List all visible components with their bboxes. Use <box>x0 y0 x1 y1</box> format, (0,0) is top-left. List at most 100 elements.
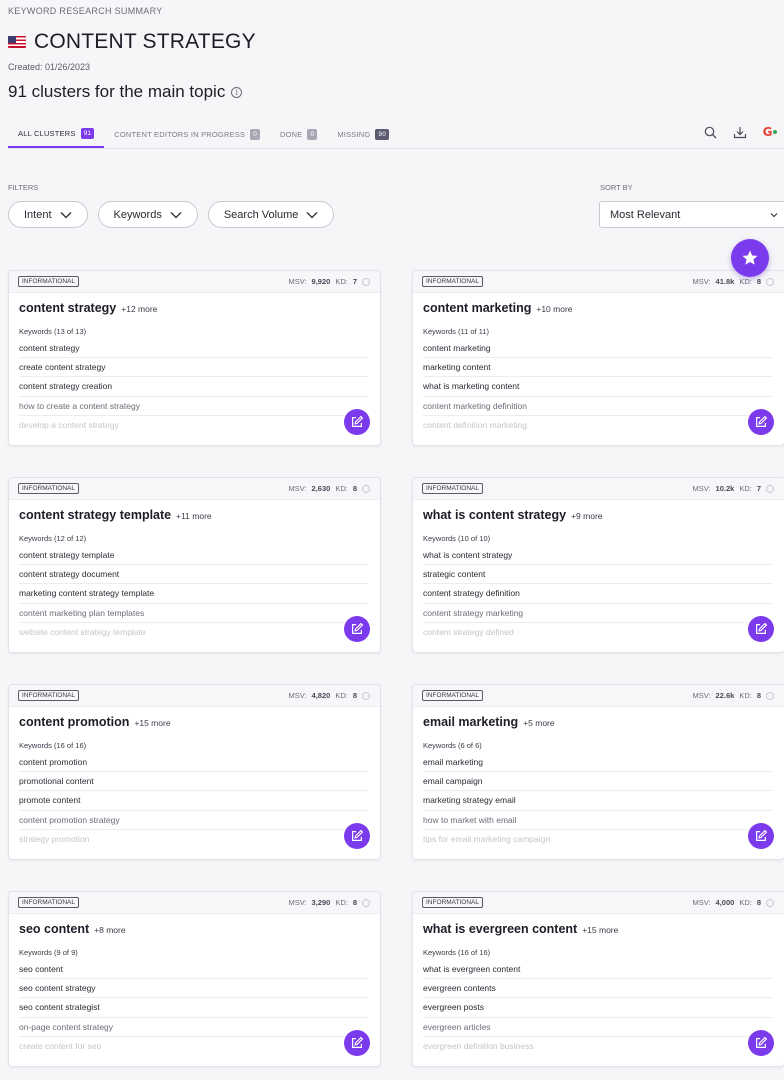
keyword-item: create content for seo <box>19 1041 102 1052</box>
edit-button[interactable] <box>748 409 774 435</box>
keywords-count: Keywords (9 of 9) <box>19 948 78 957</box>
card-metrics: MSV: 22.6k KD: 8 <box>692 691 774 700</box>
cluster-card[interactable]: INFORMATIONAL MSV: 41.8k KD: 8 content market… <box>412 270 784 446</box>
keyword-item: content marketing <box>423 339 772 359</box>
keyword-item: content strategy document <box>19 565 368 585</box>
more-keywords-link[interactable]: +9 more <box>571 511 602 521</box>
tab-count-badge: 0 <box>250 128 261 140</box>
more-keywords-link[interactable]: +5 more <box>523 718 554 728</box>
keywords-filter[interactable]: Keywords <box>97 201 198 228</box>
more-keywords-link[interactable]: +8 more <box>94 925 125 935</box>
keyword-item: evergreen posts <box>423 998 772 1018</box>
us-flag-icon <box>8 36 26 48</box>
cluster-title-text: email marketing <box>423 715 519 729</box>
cluster-title[interactable]: seo content +8 more <box>19 922 126 936</box>
keyword-list: what is content strategy strategic conten… <box>423 546 772 642</box>
msv-label: MSV: <box>692 484 711 493</box>
cluster-title[interactable]: what is evergreen content +15 more <box>423 922 618 936</box>
tab-label: MISSING <box>337 129 371 139</box>
edit-button[interactable] <box>344 823 370 849</box>
filter-label: Search Volume <box>223 208 299 221</box>
cluster-title[interactable]: content strategy +12 more <box>19 301 157 315</box>
more-keywords-link[interactable]: +11 more <box>176 511 212 521</box>
kd-indicator-icon <box>362 691 370 700</box>
tab-content-editors-in-progress[interactable]: CONTENT EDITORS IN PROGRESS 0 <box>104 120 270 148</box>
keyword-item: marketing strategy email <box>423 791 772 811</box>
sort-select[interactable]: Most Relevant <box>599 201 784 228</box>
search-volume-filter[interactable]: Search Volume <box>207 201 335 228</box>
edit-button[interactable] <box>748 616 774 642</box>
search-icon[interactable] <box>702 124 718 140</box>
more-keywords-link[interactable]: +12 more <box>121 304 157 314</box>
clusters-summary: 91 clusters for the main topic i <box>8 82 243 102</box>
cluster-title[interactable]: content promotion +15 more <box>19 715 171 729</box>
keyword-item: strategic content <box>423 565 772 585</box>
keywords-count: Keywords (12 of 12) <box>19 534 87 543</box>
cluster-title[interactable]: content strategy template +11 more <box>19 508 212 522</box>
cluster-card[interactable]: INFORMATIONAL MSV: 2,630 KD: 8 content strate… <box>8 477 381 653</box>
cluster-card[interactable]: INFORMATIONAL MSV: 4,820 KD: 8 content promot… <box>8 684 381 860</box>
edit-icon <box>352 1036 364 1048</box>
msv-value: 4,820 <box>311 691 331 700</box>
more-keywords-link[interactable]: +10 more <box>536 304 572 314</box>
edit-icon <box>756 1036 768 1048</box>
more-keywords-link[interactable]: +15 more <box>582 925 618 935</box>
msv-value: 9,920 <box>311 277 331 286</box>
tab-done[interactable]: DONE 0 <box>270 120 327 148</box>
tab-missing[interactable]: MISSING 90 <box>327 120 399 148</box>
keyword-item: evergreen articles <box>423 1018 772 1037</box>
edit-button[interactable] <box>344 409 370 435</box>
kd-label: KD: <box>335 484 348 493</box>
keyword-item: content strategy <box>19 339 368 359</box>
keyword-item: strategy promotion <box>19 834 90 845</box>
tab-all-clusters[interactable]: ALL CLUSTERS 91 <box>8 120 105 148</box>
keyword-item: seo content strategy <box>19 979 368 999</box>
edit-button[interactable] <box>748 1030 774 1056</box>
keyword-item: what is evergreen content <box>423 960 772 980</box>
keyword-item: content definition marketing <box>423 420 527 431</box>
intent-tag: INFORMATIONAL <box>18 897 79 908</box>
keyword-list: content strategy template content strateg… <box>19 546 368 642</box>
card-header: INFORMATIONAL MSV: 22.6k KD: 8 <box>413 685 784 707</box>
google-icon[interactable]: G <box>762 124 778 140</box>
cluster-title-text: what is content strategy <box>423 508 567 522</box>
cluster-card[interactable]: INFORMATIONAL MSV: 4,000 KD: 8 what is evergr… <box>412 891 784 1067</box>
keyword-item: what is marketing content <box>423 377 772 397</box>
cluster-title[interactable]: email marketing +5 more <box>423 715 555 729</box>
card-header: INFORMATIONAL MSV: 2,630 KD: 8 <box>9 478 380 500</box>
tab-count-badge: 90 <box>375 128 390 140</box>
cluster-title[interactable]: content marketing +10 more <box>423 301 573 315</box>
keyword-item: email marketing <box>423 753 772 773</box>
download-icon[interactable] <box>732 124 748 140</box>
cluster-title-text: what is evergreen content <box>423 922 578 936</box>
kd-value: 8 <box>352 691 357 700</box>
card-header: INFORMATIONAL MSV: 4,000 KD: 8 <box>413 892 784 914</box>
edit-button[interactable] <box>344 616 370 642</box>
kd-indicator-icon <box>766 691 774 700</box>
filter-label: Keywords <box>113 208 162 221</box>
intent-tag: INFORMATIONAL <box>18 276 79 287</box>
cluster-card[interactable]: INFORMATIONAL MSV: 22.6k KD: 8 email marketin… <box>412 684 784 860</box>
tab-label: ALL CLUSTERS <box>18 128 76 138</box>
cluster-title[interactable]: what is content strategy +9 more <box>423 508 603 522</box>
cluster-card[interactable]: INFORMATIONAL MSV: 9,920 KD: 7 content strate… <box>8 270 381 446</box>
kd-label: KD: <box>335 277 348 286</box>
edit-button[interactable] <box>344 1030 370 1056</box>
msv-label: MSV: <box>288 691 307 700</box>
favorite-star-button[interactable] <box>731 239 769 277</box>
keyword-item: content marketing definition <box>423 397 772 416</box>
edit-button[interactable] <box>748 823 774 849</box>
card-header: INFORMATIONAL MSV: 9,920 KD: 7 <box>9 271 380 293</box>
keywords-count: Keywords (16 of 16) <box>423 948 491 957</box>
more-keywords-link[interactable]: +15 more <box>134 718 170 728</box>
cluster-card[interactable]: INFORMATIONAL MSV: 10.2k KD: 7 what is conten… <box>412 477 784 653</box>
intent-filter[interactable]: Intent <box>8 201 88 228</box>
kd-indicator-icon <box>362 484 370 493</box>
cluster-card[interactable]: INFORMATIONAL MSV: 3,290 KD: 8 seo content +8 … <box>8 891 381 1067</box>
intent-tag: INFORMATIONAL <box>18 690 79 701</box>
kd-value: 8 <box>756 691 761 700</box>
intent-tag: INFORMATIONAL <box>422 897 483 908</box>
keyword-item: what is content strategy <box>423 546 772 566</box>
sort-value: Most Relevant <box>610 208 681 221</box>
info-icon[interactable]: i <box>231 86 243 98</box>
